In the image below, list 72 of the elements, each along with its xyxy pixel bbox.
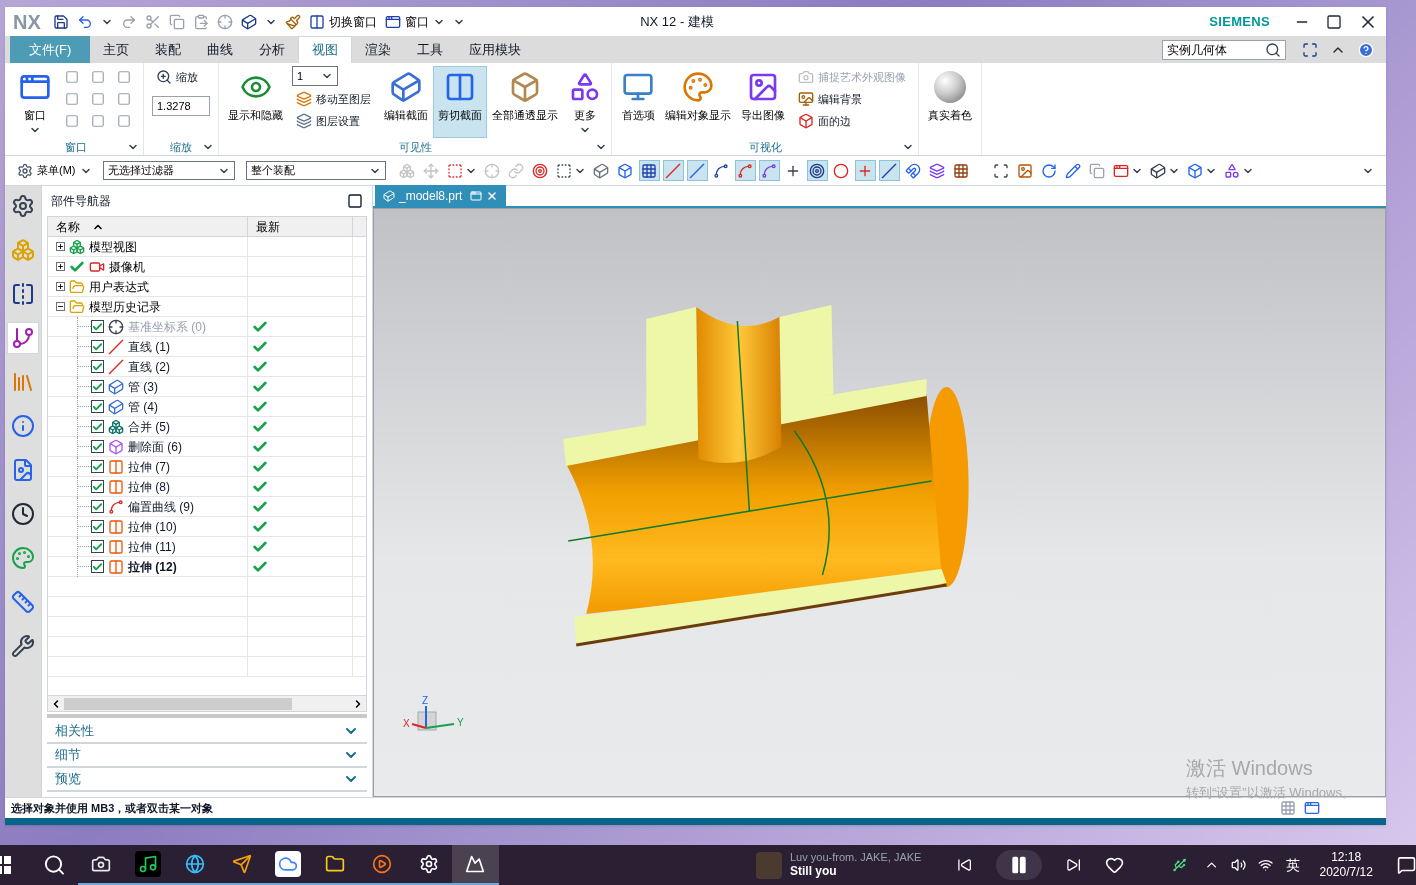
window-title: NX 12 - 建模 [640,12,714,31]
brand-logo: SIEMENS [1209,12,1270,31]
ribbon-tab[interactable]: 装配 [142,36,194,63]
tree-item[interactable]: 模型历史记录 [89,297,161,316]
tree-item[interactable]: 模型视图 [89,237,137,256]
ribbon-tab[interactable]: 应用模块 [456,36,534,63]
ribbon-button[interactable]: 全部通透显示 [487,66,563,138]
ribbon-button[interactable]: 首选项 [616,66,660,138]
input-method[interactable]: 英 [1285,854,1300,876]
ribbon-group-label: 可视化 [748,139,782,155]
tree-item[interactable]: 直线 (2) [128,357,170,376]
tree-item[interactable]: 拉伸 (12) [128,557,177,576]
filter-dropdown[interactable]: 整个装配 [245,161,386,180]
ribbon-button[interactable]: 窗口 [13,66,57,138]
clock-time[interactable]: 12:18 [1331,850,1362,865]
zoom-input-field[interactable]: 1.3278 [152,96,210,116]
axis-label: Y [457,717,464,728]
tree-item[interactable]: 管 (4) [128,397,158,416]
collapsible-panel-header[interactable]: 细节 [47,744,367,768]
tree-item[interactable]: 直线 (1) [128,337,170,356]
column-header[interactable]: 名称 [48,217,248,236]
ribbon-button[interactable]: 真实着色 [923,66,977,138]
ribbon-button[interactable]: 剪切截面 [433,66,487,138]
column-header[interactable]: 最新 [248,217,353,236]
ribbon-button[interactable]: 显示和隐藏 [223,66,288,138]
axis-label: Z [422,695,429,706]
ribbon-button[interactable]: 更多 [563,66,607,138]
axis-label: X [403,718,410,729]
ribbon-small-button[interactable]: 图层设置 [292,110,375,132]
tree-item[interactable]: 拉伸 (8) [128,477,170,496]
filter-dropdown[interactable]: 无选择过滤器 [102,161,235,180]
ribbon-tab[interactable]: 视图 [298,36,352,63]
ribbon-button[interactable]: 编辑对象显示 [660,66,736,138]
ribbon-tab[interactable]: 工具 [404,36,456,63]
quick-access-button[interactable]: 窗口 [384,12,445,31]
ribbon-small-button[interactable]: 移动至图层 [292,88,375,110]
file-tab[interactable]: _model8.prt [375,185,507,206]
track-title: Still you [789,864,838,880]
ribbon-tab[interactable]: 主页 [90,36,142,63]
ribbon-small-button[interactable]: 缩放 [152,66,210,88]
activation-title: 激活 Windows [1186,755,1314,781]
tree-item[interactable]: 删除面 (6) [128,437,182,456]
collapsible-panel-header[interactable]: 预览 [47,768,367,792]
tree-item[interactable]: 拉伸 (7) [128,457,170,476]
track-artist: Luv you-from. JAKE, JAKE [789,850,923,865]
layer-dropdown[interactable]: 1 [292,66,338,86]
menu-button[interactable]: 菜单(M) [17,162,92,179]
ribbon-button[interactable]: 编辑截面 [379,66,433,138]
ribbon-tab[interactable]: 分析 [246,36,298,63]
command-search-field[interactable]: 实例几何体 [1162,39,1286,60]
quick-access-button[interactable]: 切换窗口 [308,12,377,31]
tree-item[interactable]: 偏置曲线 (9) [128,497,194,516]
app-logo: NX [13,9,41,35]
tree-item[interactable]: 拉伸 (10) [128,517,177,536]
ribbon-small-button[interactable]: 面的边 [794,110,910,132]
status-message: 选择对象并使用 MB3，或者双击某一对象 [11,800,215,816]
ribbon-tab[interactable]: 曲线 [194,36,246,63]
tree-item[interactable]: 合并 (5) [128,417,170,436]
ribbon-button[interactable]: 导出图像 [736,66,790,138]
ribbon-group-label: 缩放 [170,139,192,155]
collapsible-panel-header[interactable]: 相关性 [47,720,367,744]
tree-item[interactable]: 摄像机 [109,257,145,276]
tree-item[interactable]: 拉伸 (11) [128,537,176,556]
tree-item[interactable]: 用户表达式 [89,277,149,296]
tree-item[interactable]: 管 (3) [128,377,158,396]
ribbon-tab[interactable]: 渲染 [352,36,404,63]
ribbon-group-label: 可见性 [398,139,432,155]
clock-date[interactable]: 2020/7/12 [1319,865,1373,880]
graphics-viewport[interactable]: Z X Y 激活 Windows 转到“设置”以激活 Windows。 [373,208,1386,797]
panel-title: 部件导航器 [51,193,111,210]
ribbon-group-label: 窗口 [65,139,87,155]
ribbon-small-button[interactable]: 编辑背景 [794,88,910,110]
